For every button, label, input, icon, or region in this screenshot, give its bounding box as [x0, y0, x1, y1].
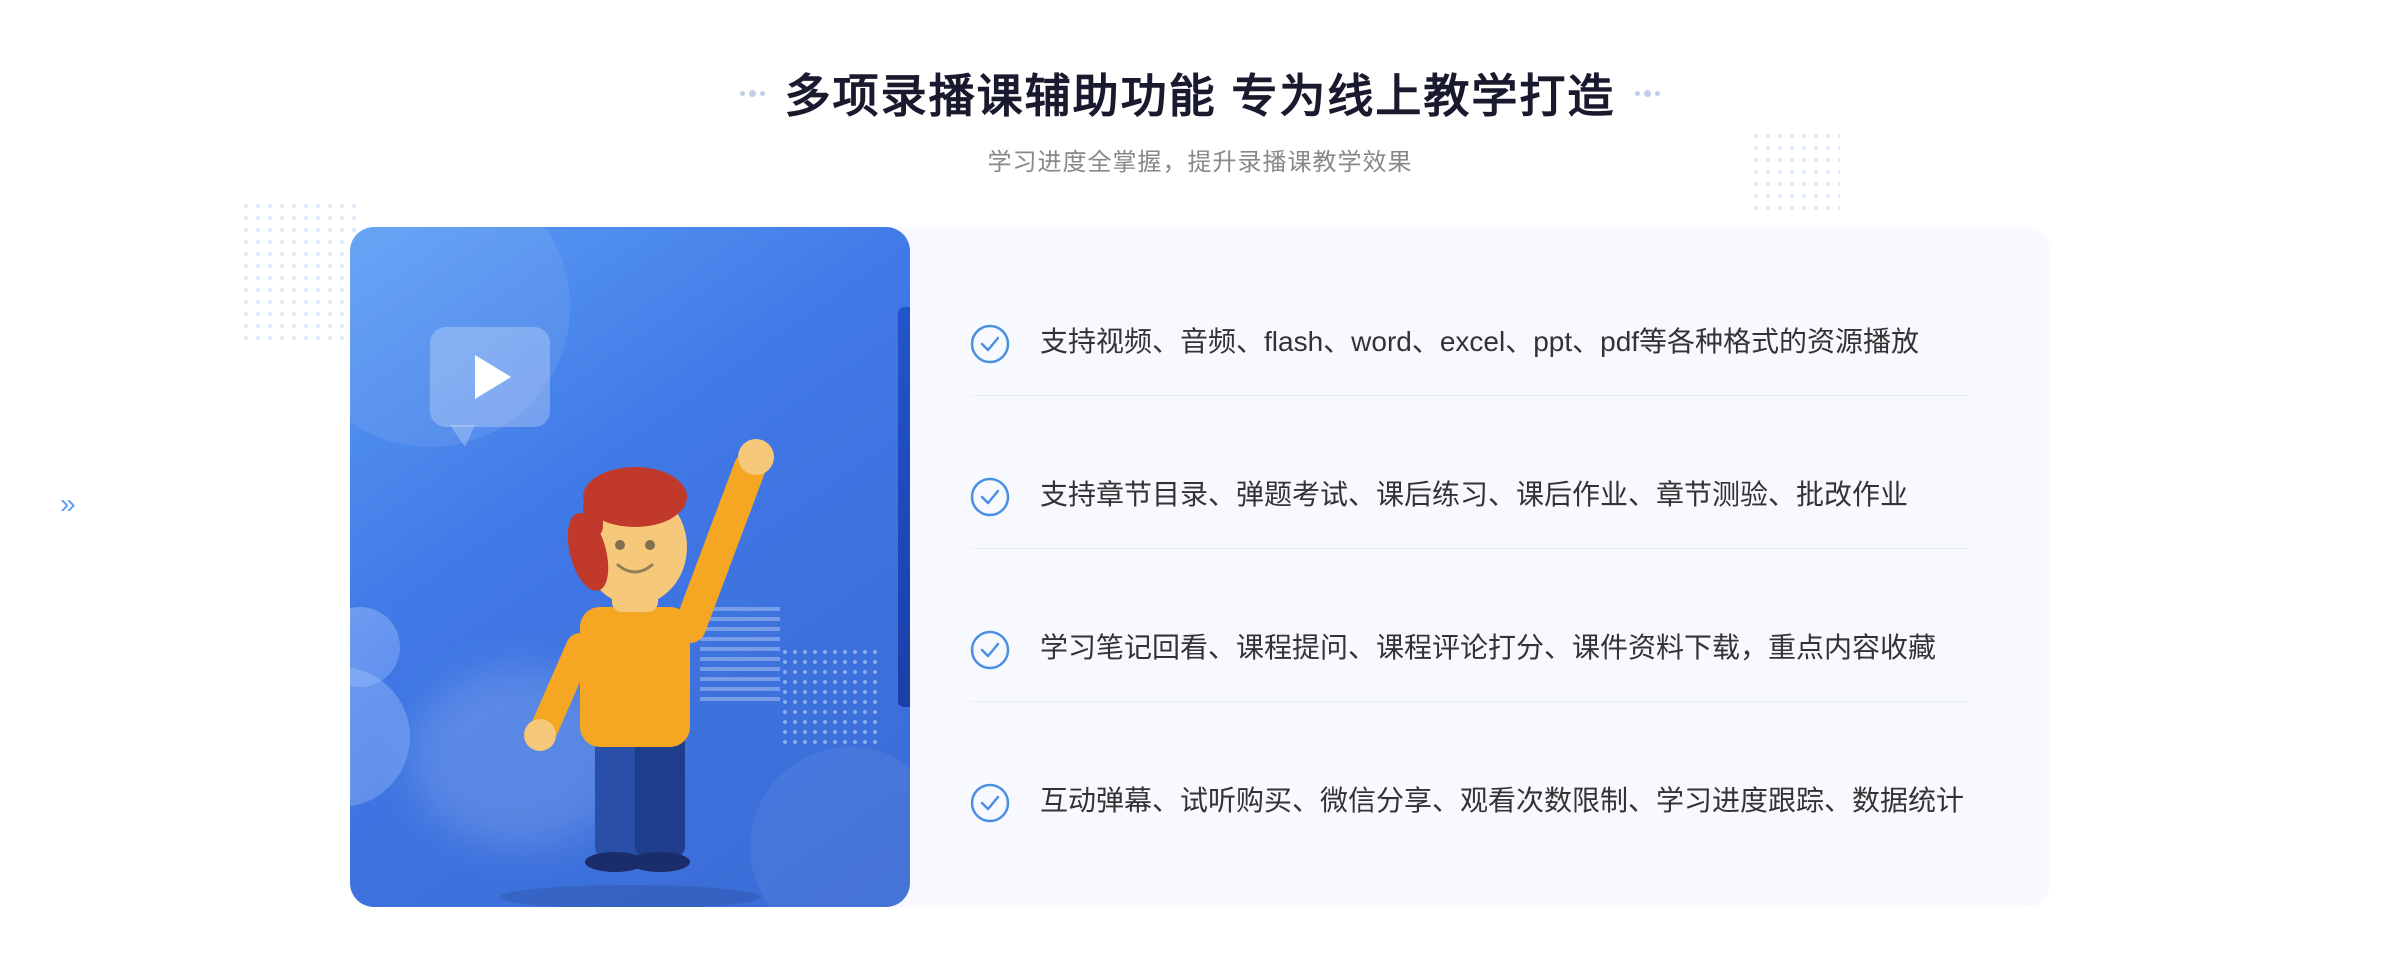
header-decorators: 多项录播课辅助功能 专为线上教学打造	[740, 60, 1661, 126]
feature-text-2: 支持章节目录、弹题考试、课后练习、课后作业、章节测验、批改作业	[1040, 473, 1908, 518]
content-area: 支持视频、音频、flash、word、excel、ppt、pdf等各种格式的资源…	[350, 227, 2050, 907]
feature-item-2: 支持章节目录、弹题考试、课后练习、课后作业、章节测验、批改作业	[970, 443, 1970, 549]
illustration-card	[350, 227, 910, 907]
dots-decoration-right	[1750, 130, 1840, 210]
features-card: 支持视频、音频、flash、word、excel、ppt、pdf等各种格式的资源…	[890, 227, 2050, 907]
page-container: 多项录播课辅助功能 专为线上教学打造 学习进度全掌握，提升录播课教学效果	[0, 0, 2400, 974]
chevron-icon: »	[60, 490, 76, 518]
subtitle: 学习进度全掌握，提升录播课教学效果	[740, 142, 1661, 177]
feature-item-3: 学习笔记回看、课程提问、课程评论打分、课件资料下载，重点内容收藏	[970, 596, 1970, 702]
person-illustration	[440, 387, 820, 907]
chevron-decoration: »	[60, 490, 76, 518]
check-icon-1	[970, 324, 1010, 364]
feature-text-1: 支持视频、音频、flash、word、excel、ppt、pdf等各种格式的资源…	[1040, 320, 1919, 365]
check-icon-3	[970, 630, 1010, 670]
circle-decoration-2	[350, 607, 400, 687]
feature-text-4: 互动弹幕、试听购买、微信分享、观看次数限制、学习进度跟踪、数据统计	[1040, 779, 1964, 824]
check-icon-2	[970, 477, 1010, 517]
dots-decoration-left	[240, 200, 360, 340]
decorator-dots-right	[1635, 90, 1660, 97]
header-section: 多项录播课辅助功能 专为线上教学打造 学习进度全掌握，提升录播课教学效果	[740, 60, 1661, 177]
circle-decoration-1	[350, 667, 410, 807]
decorator-dots-left	[740, 90, 765, 97]
feature-item-4: 互动弹幕、试听购买、微信分享、观看次数限制、学习进度跟踪、数据统计	[970, 749, 1970, 824]
feature-item-1: 支持视频、音频、flash、word、excel、ppt、pdf等各种格式的资源…	[970, 310, 1970, 396]
blue-bar-accent	[898, 307, 910, 707]
check-icon-4	[970, 783, 1010, 823]
feature-text-3: 学习笔记回看、课程提问、课程评论打分、课件资料下载，重点内容收藏	[1040, 626, 1936, 671]
main-title: 多项录播课辅助功能 专为线上教学打造	[785, 60, 1616, 126]
